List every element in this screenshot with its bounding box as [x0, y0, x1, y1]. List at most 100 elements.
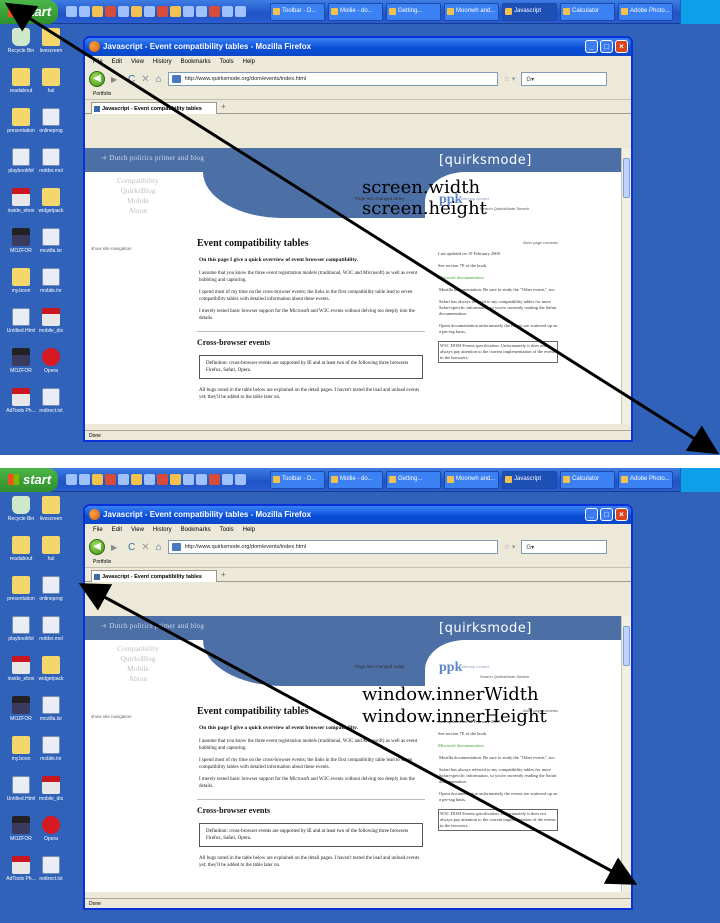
- back-button[interactable]: ◀: [89, 539, 105, 555]
- taskbar-task[interactable]: Calculator: [560, 471, 615, 489]
- taskbar-task[interactable]: Moonwh and...: [444, 471, 499, 489]
- ppk-links[interactable]: sitemap contact: [461, 664, 489, 669]
- blog-link[interactable]: Dutch politics primer and blog: [101, 154, 204, 162]
- maximize-button[interactable]: □: [600, 40, 613, 53]
- desktop-icon[interactable]: livescreen: [34, 28, 68, 54]
- search-input[interactable]: G▾: [521, 540, 608, 554]
- menu-item[interactable]: File: [93, 527, 103, 536]
- desktop-icon[interactable]: livescreen: [34, 496, 68, 522]
- taskbar-task[interactable]: Javascript: [502, 3, 557, 21]
- site-nav-item[interactable]: QuirksBlog: [103, 186, 173, 196]
- back-button[interactable]: ◀: [89, 71, 105, 87]
- desktop-icon[interactable]: readabout: [4, 68, 38, 94]
- vertical-scrollbar[interactable]: [621, 616, 631, 892]
- menu-item[interactable]: Edit: [112, 59, 122, 68]
- ms-doc-link[interactable]: Microsoft documentation.: [438, 275, 485, 280]
- maximize-button[interactable]: □: [600, 508, 613, 521]
- menu-item[interactable]: Help: [243, 59, 255, 68]
- menu-item[interactable]: Help: [243, 527, 255, 536]
- system-tray[interactable]: [680, 468, 720, 492]
- desktop-icon[interactable]: my.boon: [4, 268, 38, 294]
- taskbar-task[interactable]: Mollie - do...: [328, 471, 383, 489]
- reload-icon[interactable]: C: [128, 542, 135, 553]
- bookmark-item[interactable]: Portfolio: [93, 559, 111, 565]
- desktop-icon[interactable]: MOZFOR: [4, 696, 38, 722]
- window-titlebar[interactable]: Javascript - Event compatibility tables …: [85, 506, 631, 524]
- forward-button[interactable]: ▶: [111, 74, 122, 85]
- desktop-icon[interactable]: redder.mol: [34, 148, 68, 174]
- bookmark-star-icon[interactable]: ☆ ▾: [504, 75, 516, 83]
- desktop-icon[interactable]: mobile_dis: [34, 776, 68, 802]
- desktop-icon[interactable]: widgetpack: [34, 188, 68, 214]
- menu-item[interactable]: Tools: [220, 59, 234, 68]
- desktop-icon[interactable]: presentation: [4, 576, 38, 602]
- site-nav-item[interactable]: Compatibility: [103, 644, 173, 654]
- desktop-icon[interactable]: mobile.lnr: [34, 268, 68, 294]
- new-tab-button[interactable]: +: [221, 102, 226, 111]
- start-button[interactable]: start: [0, 0, 58, 24]
- menu-item[interactable]: View: [131, 527, 144, 536]
- opera-doc-link[interactable]: Opera documentation unfortunately the ev…: [438, 323, 558, 335]
- desktop-icon[interactable]: inside_ebox: [4, 656, 38, 682]
- taskbar-task[interactable]: Toolbar - D...: [270, 3, 325, 21]
- forward-button[interactable]: ▶: [111, 542, 122, 553]
- show-navigation-link[interactable]: show site navigation: [91, 246, 132, 251]
- tab-active[interactable]: Javascript - Event compatibility tables: [91, 570, 217, 582]
- desktop-icon[interactable]: Recycle Bin: [4, 496, 38, 522]
- url-input[interactable]: http://www.quirksmode.org/dom/events/ind…: [167, 540, 498, 554]
- search-input[interactable]: G▾: [521, 72, 608, 86]
- menu-item[interactable]: Bookmarks: [181, 527, 211, 536]
- site-logo[interactable]: [quirksmode]: [439, 153, 532, 168]
- taskbar-task[interactable]: Moonwh and...: [444, 3, 499, 21]
- minimize-button[interactable]: _: [585, 508, 598, 521]
- opera-doc-link[interactable]: Opera documentation unfortunately the ev…: [438, 791, 558, 803]
- desktop-icon[interactable]: redirect.txt: [34, 856, 68, 882]
- scrollbar-thumb[interactable]: [623, 626, 630, 666]
- desktop-icon[interactable]: hal: [34, 68, 68, 94]
- menu-item[interactable]: History: [153, 59, 172, 68]
- taskbar-task[interactable]: Toolbar - D...: [270, 471, 325, 489]
- desktop-icon[interactable]: Opera: [34, 348, 68, 374]
- taskbar-task[interactable]: Mollie - do...: [328, 3, 383, 21]
- desktop-icon[interactable]: inside_ebox: [4, 188, 38, 214]
- menu-item[interactable]: File: [93, 59, 103, 68]
- desktop-icon[interactable]: mobile_dis: [34, 308, 68, 334]
- site-nav-item[interactable]: Mobile: [103, 196, 173, 206]
- desktop-icon[interactable]: MOZFOR: [4, 228, 38, 254]
- home-icon[interactable]: ⌂: [156, 542, 162, 553]
- reload-icon[interactable]: C: [128, 74, 135, 85]
- desktop-icon[interactable]: redder.mol: [34, 616, 68, 642]
- close-button[interactable]: ×: [615, 40, 628, 53]
- site-nav-item[interactable]: Compatibility: [103, 176, 173, 186]
- site-nav-item[interactable]: Mobile: [103, 664, 173, 674]
- quick-launch-icons[interactable]: [66, 6, 256, 18]
- desktop-icon[interactable]: Recycle Bin: [4, 28, 38, 54]
- ms-doc-link[interactable]: Microsoft documentation.: [438, 743, 485, 748]
- url-input[interactable]: http://www.quirksmode.org/dom/events/ind…: [167, 72, 498, 86]
- search-links[interactable]: Search QuirksMode Search: [480, 206, 529, 211]
- desktop-icon[interactable]: mobile.lnr: [34, 736, 68, 762]
- desktop-icon[interactable]: onlineprog: [34, 576, 68, 602]
- quick-launch-icons[interactable]: [66, 474, 256, 486]
- desktop-icon[interactable]: playbookfol: [4, 616, 38, 642]
- menu-item[interactable]: History: [153, 527, 172, 536]
- desktop-icon[interactable]: mozilla.lsr: [34, 696, 68, 722]
- desktop-icon[interactable]: Untitled.Html: [4, 776, 38, 802]
- new-tab-button[interactable]: +: [221, 570, 226, 579]
- desktop-icon[interactable]: AdTools Ph...: [4, 388, 38, 414]
- show-navigation-link[interactable]: show site navigation: [91, 714, 132, 719]
- desktop-icon[interactable]: onlineprog: [34, 108, 68, 134]
- vertical-scrollbar[interactable]: [621, 148, 631, 424]
- desktop-icon[interactable]: MOZFOR: [4, 816, 38, 842]
- system-tray[interactable]: [680, 0, 720, 24]
- page-contents-link[interactable]: show page contents: [438, 240, 558, 245]
- desktop-icon[interactable]: readabout: [4, 536, 38, 562]
- desktop-icon[interactable]: Untitled.Html: [4, 308, 38, 334]
- sidebar-book-link[interactable]: See section 7E of the book.: [438, 263, 558, 269]
- desktop-icon[interactable]: mozilla.lsr: [34, 228, 68, 254]
- minimize-button[interactable]: _: [585, 40, 598, 53]
- taskbar-task[interactable]: Calculator: [560, 3, 615, 21]
- site-nav-item[interactable]: About: [103, 206, 173, 216]
- bookmark-star-icon[interactable]: ☆ ▾: [504, 543, 516, 551]
- desktop-icon[interactable]: hal: [34, 536, 68, 562]
